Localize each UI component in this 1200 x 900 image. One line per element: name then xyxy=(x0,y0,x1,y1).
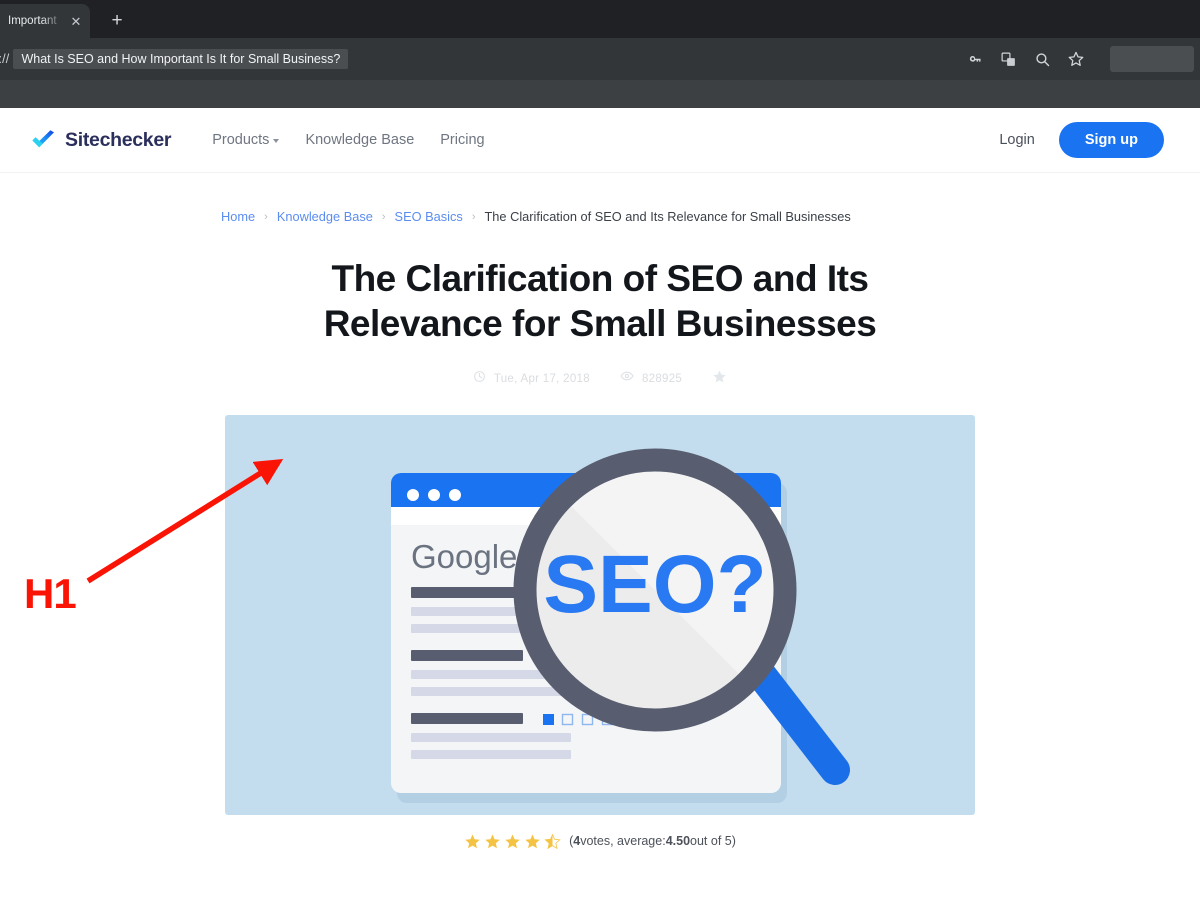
meta-date: Tue, Apr 17, 2018 xyxy=(473,370,590,388)
close-icon[interactable]: ✕ xyxy=(68,13,84,29)
hero-google-label: Google xyxy=(411,538,517,575)
rating-stars[interactable] xyxy=(464,833,561,850)
favorite-button[interactable] xyxy=(712,369,727,389)
breadcrumb-separator: › xyxy=(264,210,268,223)
header-actions: Login Sign up xyxy=(999,121,1164,159)
star-icon xyxy=(712,369,727,389)
rating-text: (4votes, average:4.50out of 5) xyxy=(569,834,736,848)
browser-chrome: Important ✕ + s:// What Is SEO and How I… xyxy=(0,0,1200,108)
browser-tab-title: Important xyxy=(8,15,57,27)
login-link[interactable]: Login xyxy=(999,132,1034,148)
main-navigation: Products Knowledge Base Pricing xyxy=(212,132,484,148)
breadcrumb-current: The Clarification of SEO and Its Relevan… xyxy=(484,209,851,224)
key-icon[interactable] xyxy=(962,47,986,71)
rating-average: 4.50 xyxy=(665,834,691,849)
checkmark-logo-icon xyxy=(31,129,56,151)
logo-text: Sitechecker xyxy=(65,128,172,151)
address-bar[interactable]: s:// What Is SEO and How Important Is It… xyxy=(0,45,948,73)
search-icon[interactable] xyxy=(1030,47,1054,71)
half-star-icon[interactable] xyxy=(544,833,561,850)
nav-label: Products xyxy=(212,132,270,148)
signup-button[interactable]: Sign up xyxy=(1058,121,1164,159)
page-body: Home › Knowledge Base › SEO Basics › The… xyxy=(0,173,1200,900)
clock-icon xyxy=(473,370,486,388)
browser-tab[interactable]: Important ✕ xyxy=(0,4,90,38)
new-tab-button[interactable]: + xyxy=(102,5,132,35)
meta-views-count: 828925 xyxy=(641,372,683,385)
bookmark-star-icon[interactable] xyxy=(1064,47,1088,71)
chrome-filler xyxy=(0,80,1200,108)
hero-magnifier-label: SEO? xyxy=(543,539,766,630)
browser-toolbar: s:// What Is SEO and How Important Is It… xyxy=(0,38,1200,80)
breadcrumb-separator: › xyxy=(381,210,386,223)
breadcrumb-item-knowledge-base[interactable]: Knowledge Base xyxy=(277,209,373,224)
article-rating[interactable]: (4votes, average:4.50out of 5) xyxy=(0,833,1200,850)
profile-button[interactable] xyxy=(1110,46,1194,72)
breadcrumb: Home › Knowledge Base › SEO Basics › The… xyxy=(0,173,1200,224)
star-icon[interactable] xyxy=(464,833,481,850)
meta-date-text: Tue, Apr 17, 2018 xyxy=(493,372,590,385)
article-meta: Tue, Apr 17, 2018 828925 xyxy=(0,369,1200,389)
breadcrumb-item-seo-basics[interactable]: SEO Basics xyxy=(395,209,463,224)
eye-icon xyxy=(620,369,634,388)
star-icon[interactable] xyxy=(484,833,501,850)
meta-views: 828925 xyxy=(620,369,682,388)
nav-item-knowledge-base[interactable]: Knowledge Base xyxy=(305,132,414,148)
page-title: The Clarification of SEO and Its Relevan… xyxy=(323,258,877,344)
rating-votes-label: votes, average: xyxy=(580,834,666,849)
star-icon[interactable] xyxy=(504,833,521,850)
seo-illustration: Google SEO? xyxy=(391,448,850,803)
nav-item-pricing[interactable]: Pricing xyxy=(440,132,484,148)
rating-suffix: out of 5) xyxy=(690,834,736,849)
breadcrumb-item-home[interactable]: Home xyxy=(221,209,255,224)
toolbar-actions xyxy=(948,46,1194,72)
nav-item-products[interactable]: Products xyxy=(212,132,280,148)
annotation-label-h1: H1 xyxy=(24,570,77,617)
site-logo[interactable]: Sitechecker xyxy=(31,128,172,152)
chevron-down-icon xyxy=(273,139,280,143)
breadcrumb-separator: › xyxy=(471,210,476,223)
translate-icon[interactable] xyxy=(996,47,1020,71)
browser-tab-strip: Important ✕ + xyxy=(0,0,1200,38)
url-scheme-text: s:// xyxy=(0,52,10,66)
star-icon[interactable] xyxy=(524,833,541,850)
site-header: Sitechecker Products Knowledge Base Pric… xyxy=(0,108,1200,173)
article-hero-image: Google SEO? xyxy=(225,414,975,815)
url-input-value[interactable]: What Is SEO and How Important Is It for … xyxy=(13,49,349,69)
